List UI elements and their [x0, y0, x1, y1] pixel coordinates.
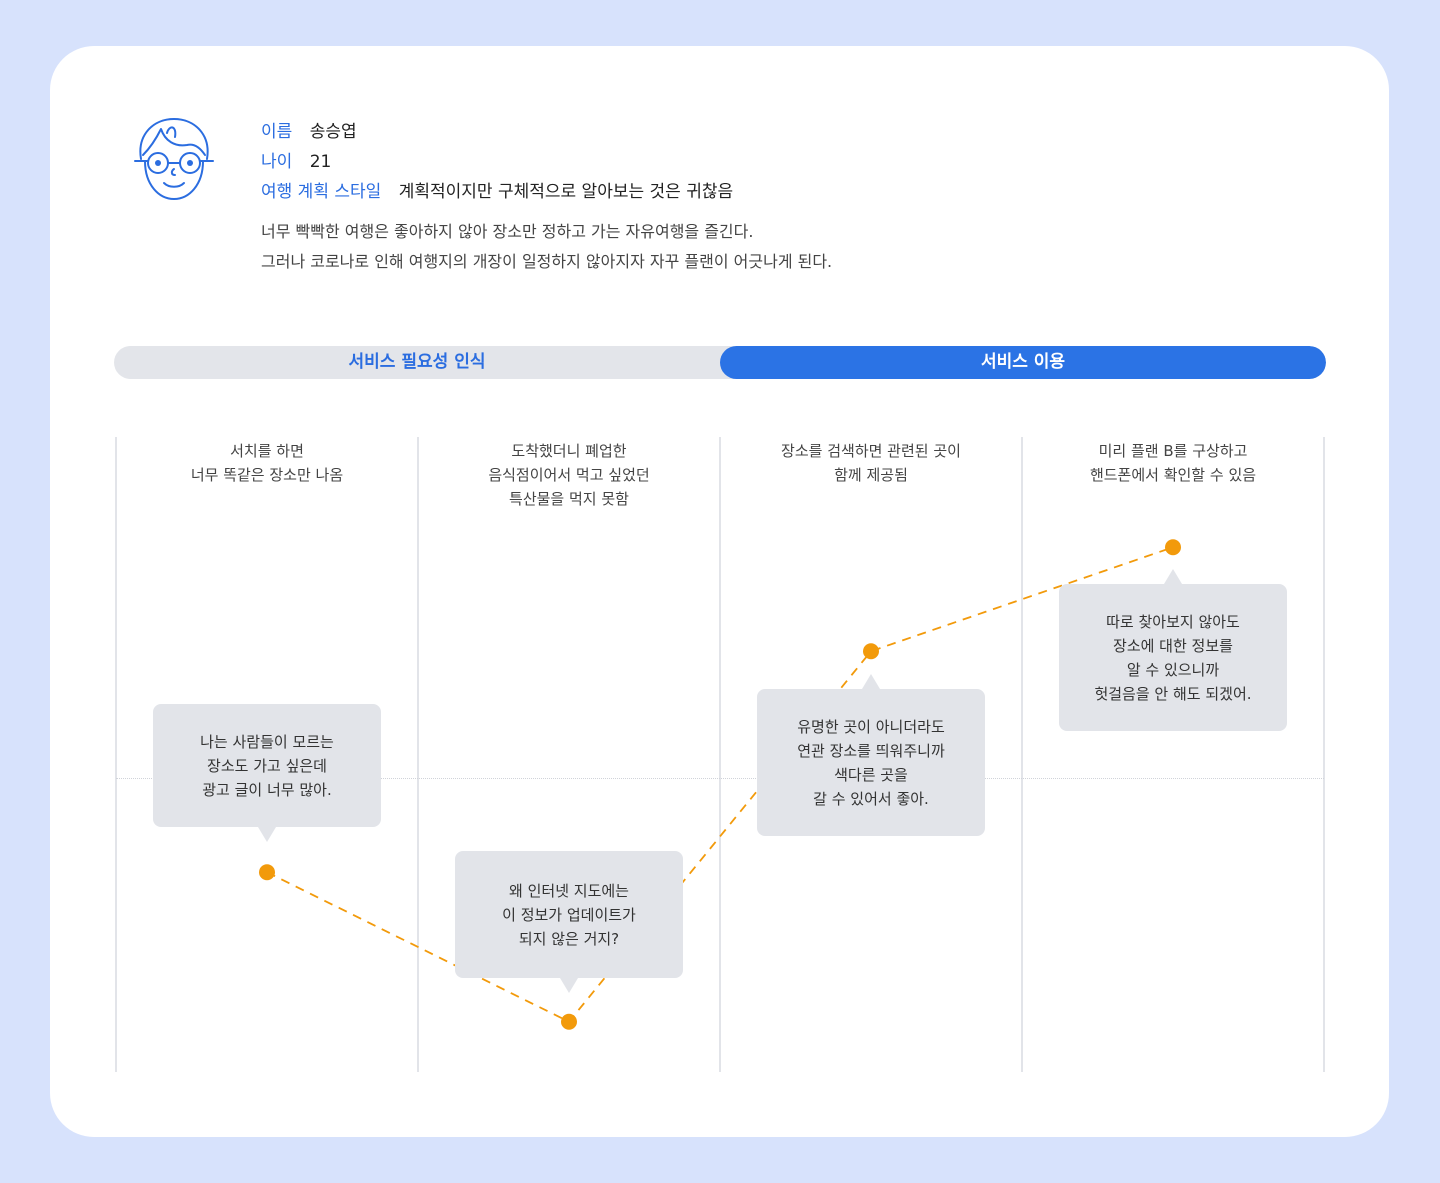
emotion-point	[1165, 539, 1181, 556]
emotion-point	[561, 1013, 577, 1030]
comment-bubble: 따로 찾아보지 않아도 장소에 대한 정보를 알 수 있으니까 헛걸음을 안 해…	[1059, 569, 1287, 731]
emotion-point	[863, 643, 879, 660]
comment-bubble: 나는 사람들이 모르는 장소도 가고 싶은데 광고 글이 너무 많아.	[153, 704, 381, 842]
emotion-point	[259, 864, 275, 881]
emotion-line	[266, 546, 1174, 1023]
comment-bubble: 왜 인터넷 지도에는 이 정보가 업데이트가 되지 않은 거지?	[455, 851, 683, 993]
comment-bubble: 유명한 곳이 아니더라도 연관 장소를 띄워주니까 색다른 곳을 갈 수 있어서…	[757, 674, 985, 836]
